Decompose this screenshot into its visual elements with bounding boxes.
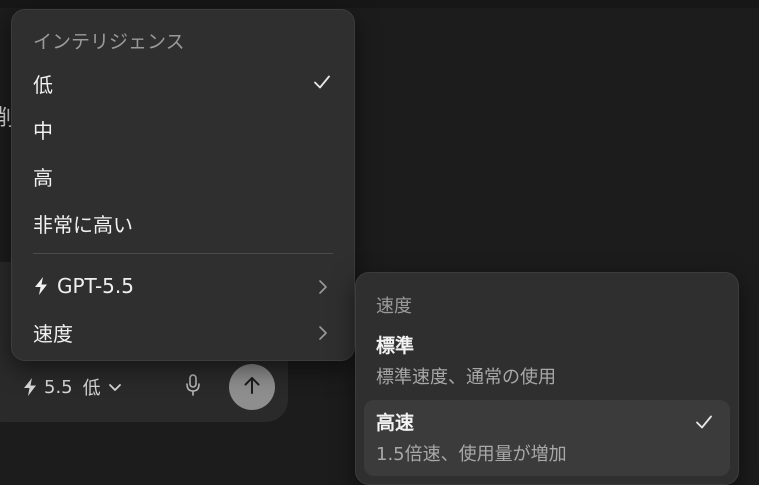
bolt-icon — [33, 276, 49, 296]
level-label: 低 — [82, 378, 101, 399]
speed-option-fast[interactable]: 高速 1.5倍速、使用量が増加 — [364, 400, 730, 476]
menu-item-label: GPT-5.5 — [57, 274, 134, 298]
chevron-down-icon — [107, 379, 123, 395]
menu-header: インテリジェンス — [33, 31, 185, 53]
top-bar — [0, 0, 759, 8]
menu-item-medium[interactable]: 中 — [12, 107, 354, 151]
menu-item-label: 低 — [33, 72, 53, 97]
menu-item-label: 中 — [33, 118, 53, 143]
option-description: 1.5倍速、使用量が増加 — [376, 444, 567, 465]
chevron-right-icon — [316, 323, 330, 347]
menu-item-label: 高 — [33, 165, 53, 190]
bolt-icon — [22, 377, 38, 397]
arrow-up-icon — [241, 374, 263, 400]
chevron-right-icon — [316, 277, 330, 301]
menu-item-label: 速度 — [33, 321, 73, 346]
composer-toolbar: 5.5 低 — [22, 364, 275, 410]
menu-divider — [33, 253, 333, 254]
menu-item-speed[interactable]: 速度 — [12, 310, 354, 354]
submenu-header: 速度 — [376, 296, 412, 317]
menu-item-high[interactable]: 高 — [12, 154, 354, 198]
menu-item-very-high[interactable]: 非常に高い — [12, 201, 354, 245]
menu-item-model[interactable]: GPT-5.5 — [12, 264, 354, 308]
microphone-button[interactable] — [182, 374, 204, 400]
intelligence-menu: インテリジェンス 低 中 高 非常に高い GPT-5.5 速度 — [11, 9, 355, 361]
check-icon — [312, 72, 332, 97]
check-icon — [694, 412, 714, 436]
menu-item-label: 非常に高い — [33, 212, 133, 237]
speed-option-standard[interactable]: 標準 標準速度、通常の使用 — [364, 323, 730, 399]
model-selector-button[interactable]: 5.5 低 — [22, 374, 123, 400]
option-title: 標準 — [376, 335, 415, 357]
menu-item-low[interactable]: 低 — [12, 61, 354, 105]
option-description: 標準速度、通常の使用 — [376, 367, 556, 388]
microphone-icon — [185, 373, 201, 401]
send-button[interactable] — [229, 364, 275, 410]
speed-submenu: 速度 標準 標準速度、通常の使用 高速 1.5倍速、使用量が増加 — [355, 272, 739, 485]
model-short-label: 5.5 — [44, 376, 73, 398]
option-title: 高速 — [376, 412, 415, 434]
